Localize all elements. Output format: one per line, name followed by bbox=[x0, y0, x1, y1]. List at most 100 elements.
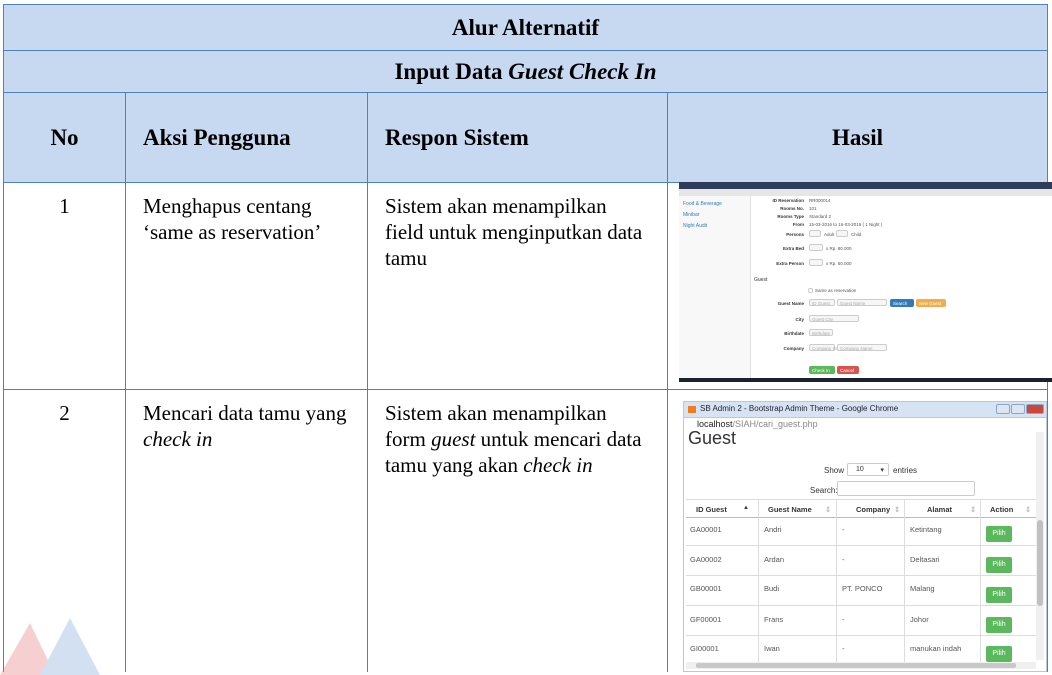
window-title: SB Admin 2 - Bootstrap Admin Theme - Goo… bbox=[700, 404, 899, 413]
value-from: 15-03-2016 to 16-03-2016 ( 1 Night ) bbox=[809, 222, 883, 227]
search-button-label: Search bbox=[893, 301, 908, 306]
pilih-button[interactable]: Pilih bbox=[986, 617, 1012, 633]
label-rooms-type: Rooms Type bbox=[777, 214, 804, 219]
checkin-form-screenshot: Food & Beverage Minibar Night Audit ID R… bbox=[679, 182, 1052, 382]
guest-name-placeholder: Guest Name bbox=[840, 301, 866, 306]
cell-aksi: Menghapus centang ‘same as reservation’ bbox=[125, 183, 367, 389]
cell-alamat: Johor bbox=[910, 615, 929, 624]
cell-company: - bbox=[842, 615, 845, 624]
entries-select[interactable]: 10 ▾ bbox=[847, 463, 889, 476]
window-titlebar: SB Admin 2 - Bootstrap Admin Theme - Goo… bbox=[684, 402, 1046, 418]
header-id-guest[interactable]: ID Guest bbox=[696, 505, 727, 514]
row-number: 2 bbox=[59, 401, 70, 425]
label-from: From bbox=[792, 222, 804, 227]
pilih-button[interactable]: Pilih bbox=[986, 557, 1012, 573]
row-response-text: Sistem akan menampilkan form guest untuk… bbox=[368, 390, 667, 478]
close-icon[interactable] bbox=[1026, 404, 1044, 414]
pilih-button[interactable]: Pilih bbox=[986, 526, 1012, 542]
persons-adult-input[interactable] bbox=[809, 230, 821, 237]
sidebar: Food & Beverage Minibar Night Audit bbox=[679, 196, 751, 378]
search-label: Search: bbox=[810, 486, 838, 495]
row-number: 1 bbox=[59, 194, 70, 218]
cell-respon: Sistem akan menampilkan field untuk meng… bbox=[367, 183, 667, 389]
value-rooms-no: 101 bbox=[809, 206, 817, 211]
birthdate-placeholder: Birthdate bbox=[812, 331, 831, 336]
cell-name: Budi bbox=[764, 584, 780, 593]
action-plain: Mencari data tamu yang bbox=[143, 401, 347, 425]
extra-bed-price: x Rp. 80.000 bbox=[826, 246, 852, 251]
label-extra-bed: Extra Bed bbox=[782, 246, 804, 251]
browser-tabbar bbox=[679, 182, 1052, 189]
show-label: Show bbox=[824, 466, 845, 475]
horizontal-scrollbar-thumb[interactable] bbox=[696, 663, 1016, 668]
minimize-icon[interactable] bbox=[996, 404, 1010, 414]
action-italic: check in bbox=[143, 427, 213, 451]
sidebar-item: Food & Beverage bbox=[683, 201, 722, 207]
cell-id: GF00001 bbox=[690, 615, 722, 624]
guest-id-placeholder: ID Guest bbox=[812, 301, 830, 306]
cell-name: Iwan bbox=[764, 644, 780, 653]
col-header-respon: Respon Sistem bbox=[367, 93, 667, 183]
header-alamat[interactable]: Alamat bbox=[927, 505, 952, 514]
label-id-reservation: ID Reservation bbox=[772, 198, 804, 203]
value-rooms-type: Standard 2 bbox=[809, 214, 832, 219]
sort-asc-icon: ▲ bbox=[743, 505, 749, 511]
cell-id: GI00001 bbox=[690, 644, 719, 653]
cell-id: GA00001 bbox=[690, 525, 722, 534]
sort-icon: ⇕ bbox=[970, 505, 977, 514]
taskbar bbox=[679, 378, 1052, 382]
value-id-reservation: RR000014 bbox=[809, 198, 831, 203]
col-header-hasil: Hasil bbox=[667, 93, 1047, 183]
cell-name: Frans bbox=[764, 615, 784, 624]
cell-no: 1 bbox=[4, 183, 125, 389]
chrome-app-icon bbox=[688, 406, 696, 413]
company-name-placeholder: Company Name bbox=[840, 346, 873, 351]
label-rooms-no: Rooms No. bbox=[780, 206, 804, 211]
sidebar-item: Minibar bbox=[683, 212, 700, 218]
cell-aksi: Mencari data tamu yang check in bbox=[125, 390, 367, 672]
cell-company: - bbox=[842, 644, 845, 653]
child-label: Child bbox=[851, 232, 862, 237]
cell-respon: Sistem akan menampilkan form guest untuk… bbox=[367, 390, 667, 672]
extra-bed-input[interactable] bbox=[809, 244, 823, 251]
row-response-text: Sistem akan menampilkan field untuk meng… bbox=[385, 194, 643, 270]
label-guest-name: Guest Name bbox=[777, 301, 804, 306]
persons-child-input[interactable] bbox=[836, 230, 848, 237]
cell-id: GA00002 bbox=[690, 555, 722, 564]
pilih-button[interactable]: Pilih bbox=[986, 646, 1012, 662]
col-header-aksi: Aksi Pengguna bbox=[125, 93, 367, 183]
header-company[interactable]: Company bbox=[856, 505, 890, 514]
browser-address-bar bbox=[679, 189, 1052, 196]
cell-name: Andri bbox=[764, 525, 782, 534]
row-action-text: Mencari data tamu yang check in bbox=[126, 390, 367, 452]
guest-search-screenshot: SB Admin 2 - Bootstrap Admin Theme - Goo… bbox=[683, 401, 1047, 672]
cell-company: - bbox=[842, 525, 845, 534]
cell-alamat: Deltasari bbox=[910, 555, 940, 564]
label-extra-person: Extra Person bbox=[776, 261, 804, 266]
sort-icon: ⇕ bbox=[894, 505, 901, 514]
cell-company: PT. PONCO bbox=[842, 584, 883, 593]
watermark-logo-icon bbox=[0, 618, 100, 675]
entries-label: entries bbox=[893, 466, 918, 475]
extra-person-input[interactable] bbox=[809, 259, 823, 266]
subtitle-plain: Input Data bbox=[394, 58, 509, 84]
cell-alamat: manukan indah bbox=[910, 644, 962, 653]
search-input[interactable] bbox=[837, 481, 975, 496]
cell-company: - bbox=[842, 555, 845, 564]
maximize-icon[interactable] bbox=[1011, 404, 1025, 414]
cell-alamat: Malang bbox=[910, 584, 935, 593]
label-persons: Persons bbox=[786, 232, 804, 237]
same-as-reservation-label: Same as reservation bbox=[815, 288, 857, 293]
sort-icon: ⇕ bbox=[1025, 505, 1032, 514]
check-in-button-label: Check In bbox=[812, 368, 830, 373]
header-guest-name[interactable]: Guest Name bbox=[768, 505, 812, 514]
same-as-reservation-checkbox[interactable] bbox=[808, 288, 813, 293]
vertical-scrollbar-thumb[interactable] bbox=[1037, 520, 1043, 606]
label-company: Company bbox=[783, 346, 804, 351]
row-action-text: Menghapus centang ‘same as reservation’ bbox=[143, 194, 322, 244]
table-subtitle: Input Data Guest Check In bbox=[3, 50, 1048, 93]
pilih-button[interactable]: Pilih bbox=[986, 587, 1012, 603]
header-action[interactable]: Action bbox=[990, 505, 1013, 514]
cell-alamat: Ketintang bbox=[910, 525, 942, 534]
page-title: Guest bbox=[688, 428, 737, 448]
